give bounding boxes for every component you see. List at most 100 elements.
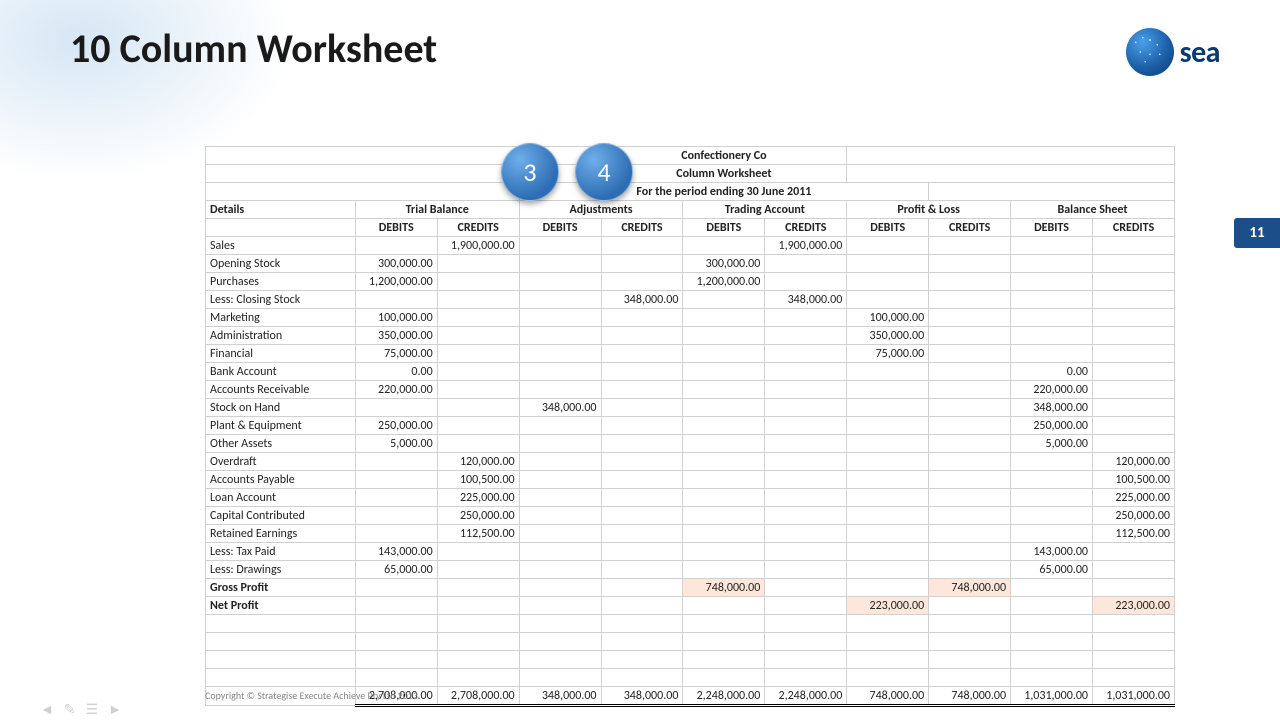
cell — [683, 633, 765, 651]
cell — [847, 633, 929, 651]
data-cell — [519, 471, 601, 489]
data-cell — [1011, 507, 1093, 525]
data-cell — [1011, 273, 1093, 291]
data-cell: 100,500.00 — [437, 471, 519, 489]
globe-icon — [1126, 28, 1174, 76]
cell — [601, 615, 683, 633]
data-cell: 65,000.00 — [355, 561, 437, 579]
data-cell — [1011, 255, 1093, 273]
data-cell — [519, 291, 601, 309]
data-cell — [1011, 597, 1093, 615]
data-cell — [765, 543, 847, 561]
data-cell: 350,000.00 — [355, 327, 437, 345]
data-cell — [601, 345, 683, 363]
row-label: Plant & Equipment — [206, 417, 356, 435]
cell — [519, 615, 601, 633]
data-cell — [601, 237, 683, 255]
data-cell — [683, 453, 765, 471]
data-cell — [847, 525, 929, 543]
data-cell: 225,000.00 — [1093, 489, 1175, 507]
data-cell — [765, 579, 847, 597]
data-cell — [683, 507, 765, 525]
data-cell — [519, 273, 601, 291]
data-cell — [847, 453, 929, 471]
menu-icon[interactable]: ☰ — [86, 701, 99, 718]
total-cell: 348,000.00 — [519, 687, 601, 706]
data-cell — [355, 471, 437, 489]
debit-header: DEBITS — [355, 219, 437, 237]
data-cell — [519, 237, 601, 255]
data-cell — [519, 363, 601, 381]
data-cell — [601, 309, 683, 327]
cell — [437, 651, 519, 669]
cell — [519, 633, 601, 651]
cell — [601, 669, 683, 687]
data-cell — [437, 291, 519, 309]
data-cell: 250,000.00 — [437, 507, 519, 525]
data-cell: 1,200,000.00 — [683, 273, 765, 291]
data-cell — [437, 255, 519, 273]
data-cell — [355, 399, 437, 417]
details-header: Details — [206, 201, 356, 219]
group-header-0: Trial Balance — [355, 201, 519, 219]
data-cell — [601, 543, 683, 561]
row-label: Administration — [206, 327, 356, 345]
data-cell: 348,000.00 — [1011, 399, 1093, 417]
data-cell — [929, 381, 1011, 399]
cell — [519, 651, 601, 669]
data-cell — [519, 417, 601, 435]
data-cell — [1093, 561, 1175, 579]
data-cell — [929, 435, 1011, 453]
row-label: Less: Tax Paid — [206, 543, 356, 561]
row-label: Overdraft — [206, 453, 356, 471]
data-cell — [1011, 525, 1093, 543]
data-cell: 100,000.00 — [355, 309, 437, 327]
data-cell — [601, 327, 683, 345]
group-header-2: Trading Account — [683, 201, 847, 219]
total-cell: 2,708,000.00 — [437, 687, 519, 706]
data-cell — [683, 561, 765, 579]
data-cell — [847, 255, 929, 273]
data-cell: 112,500.00 — [1093, 525, 1175, 543]
data-cell — [683, 471, 765, 489]
cell — [1093, 651, 1175, 669]
data-cell — [437, 273, 519, 291]
pen-icon[interactable]: ✎ — [64, 701, 76, 718]
cell — [929, 183, 1175, 201]
total-cell: 2,248,000.00 — [765, 687, 847, 706]
arrow-right-icon[interactable]: ► — [108, 701, 122, 718]
group-header-4: Balance Sheet — [1011, 201, 1175, 219]
data-cell: 350,000.00 — [847, 327, 929, 345]
total-cell: 1,031,000.00 — [1093, 687, 1175, 706]
data-cell — [437, 381, 519, 399]
cell — [206, 633, 356, 651]
data-cell: 1,200,000.00 — [355, 273, 437, 291]
data-cell: 112,500.00 — [437, 525, 519, 543]
data-cell — [929, 525, 1011, 543]
data-cell — [683, 381, 765, 399]
data-cell — [355, 507, 437, 525]
credit-header: CREDITS — [929, 219, 1011, 237]
debit-header: DEBITS — [683, 219, 765, 237]
data-cell — [355, 579, 437, 597]
credit-header: CREDITS — [1093, 219, 1175, 237]
data-cell — [929, 255, 1011, 273]
data-cell — [929, 345, 1011, 363]
data-cell — [929, 291, 1011, 309]
arrow-left-icon[interactable]: ◄ — [40, 701, 54, 718]
cell — [1011, 669, 1093, 687]
data-cell: 348,000.00 — [601, 291, 683, 309]
data-cell — [355, 237, 437, 255]
data-cell — [765, 525, 847, 543]
cell — [765, 615, 847, 633]
data-cell — [519, 327, 601, 345]
data-cell — [437, 327, 519, 345]
data-cell: 65,000.00 — [1011, 561, 1093, 579]
cell — [1011, 615, 1093, 633]
cell — [1011, 633, 1093, 651]
data-cell: 748,000.00 — [683, 579, 765, 597]
data-cell — [929, 273, 1011, 291]
data-cell — [929, 597, 1011, 615]
slide-title: 10 Column Worksheet — [70, 24, 437, 73]
total-cell: 1,031,000.00 — [1011, 687, 1093, 706]
